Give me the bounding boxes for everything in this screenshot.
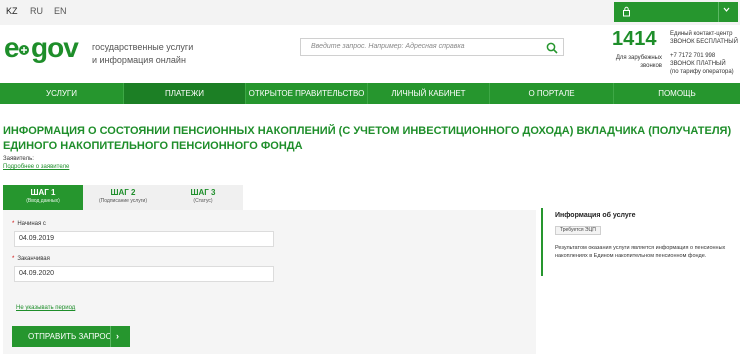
required-mark: * bbox=[12, 256, 15, 262]
end-date-field[interactable]: 04.09.2020 bbox=[14, 266, 274, 282]
end-date-label: * Заканчивая bbox=[12, 256, 50, 262]
tagline: государственные услуги и информация онла… bbox=[92, 41, 193, 67]
contact-desc: Единый контакт-центр ЗВОНОК БЕСПЛАТНЫЙ bbox=[670, 30, 738, 46]
login-button[interactable] bbox=[614, 2, 738, 22]
lang-kz[interactable]: KZ bbox=[6, 6, 18, 16]
abroad-number[interactable]: +7 7172 701 998 bbox=[670, 52, 734, 60]
step-2-sub: (Подписание услуги) bbox=[99, 198, 147, 204]
abroad-line1: Для зарубежных bbox=[615, 55, 662, 61]
svg-text:e: e bbox=[4, 32, 19, 63]
applicant-label: Заявитель: bbox=[3, 156, 34, 162]
nav-item-services[interactable]: УСЛУГИ bbox=[0, 83, 124, 104]
svg-text:gov: gov bbox=[31, 32, 79, 63]
service-info-panel: Информация об услуге Требуется ЭЦП Резул… bbox=[541, 208, 737, 276]
step-2-title: ШАГ 2 bbox=[110, 188, 136, 197]
page-title: ИНФОРМАЦИЯ О СОСТОЯНИИ ПЕНСИОННЫХ НАКОПЛ… bbox=[3, 125, 732, 152]
abroad-label: Для зарубежных звонков bbox=[612, 54, 662, 70]
start-date-label: * Начиная с bbox=[12, 221, 46, 227]
submit-request-button[interactable]: ОТПРАВИТЬ ЗАПРОС › bbox=[12, 326, 130, 347]
nav-item-open-government[interactable]: ОТКРЫТОЕ ПРАВИТЕЛЬСТВО bbox=[246, 83, 368, 104]
step-1-sub: (Ввод данных) bbox=[26, 198, 60, 204]
abroad-desc2: (по тарифу оператора) bbox=[670, 69, 734, 75]
search-input[interactable]: Введите запрос. Например: Адресная справ… bbox=[300, 38, 564, 56]
contact-number[interactable]: 1414 bbox=[612, 28, 657, 51]
end-date-label-text: Заканчивая bbox=[17, 256, 50, 262]
tagline-line1: государственные услуги bbox=[92, 42, 194, 52]
chevron-down-icon[interactable] bbox=[723, 6, 730, 15]
service-info-title: Информация об услуге bbox=[555, 212, 636, 219]
start-date-field[interactable]: 04.09.2019 bbox=[14, 231, 274, 247]
divider bbox=[110, 326, 111, 347]
start-date-label-text: Начиная с bbox=[17, 221, 46, 227]
nav-item-payments[interactable]: ПЛАТЕЖИ bbox=[124, 83, 246, 104]
abroad-desc1: ЗВОНОК ПЛАТНЫЙ bbox=[670, 61, 726, 67]
step-3[interactable]: ШАГ 3 (Статус) bbox=[163, 185, 243, 210]
top-bar: KZ RU EN bbox=[0, 0, 740, 25]
main-nav: УСЛУГИ ПЛАТЕЖИ ОТКРЫТОЕ ПРАВИТЕЛЬСТВО ЛИ… bbox=[0, 83, 740, 104]
contact-desc-line2: ЗВОНОК БЕСПЛАТНЫЙ bbox=[670, 39, 738, 45]
lang-en[interactable]: EN bbox=[54, 6, 67, 16]
abroad-line2: звонков bbox=[640, 63, 662, 69]
service-info-description: Результатом оказания услуги является инф… bbox=[555, 245, 726, 259]
step-3-sub: (Статус) bbox=[193, 198, 213, 204]
nav-item-about[interactable]: О ПОРТАЛЕ bbox=[490, 83, 614, 104]
search-icon[interactable] bbox=[546, 41, 558, 54]
nav-item-personal-cabinet[interactable]: ЛИЧНЫЙ КАБИНЕТ bbox=[368, 83, 490, 104]
step-3-title: ШАГ 3 bbox=[190, 188, 216, 197]
applicant-details-link[interactable]: Подробнее о заявителе bbox=[3, 164, 69, 170]
chevron-right-icon: › bbox=[116, 331, 119, 341]
step-1[interactable]: ШАГ 1 (Ввод данных) bbox=[3, 185, 83, 216]
egov-logo[interactable]: e gov bbox=[4, 32, 90, 64]
submit-label: ОТПРАВИТЬ ЗАПРОС bbox=[28, 332, 112, 341]
lang-ru[interactable]: RU bbox=[30, 6, 43, 16]
step-tabs: ШАГ 1 (Ввод данных) ШАГ 2 (Подписание ус… bbox=[3, 185, 243, 216]
required-mark: * bbox=[12, 221, 15, 227]
nav-item-help[interactable]: ПОМОЩЬ bbox=[614, 83, 740, 104]
step-1-title: ШАГ 1 bbox=[30, 188, 56, 197]
user-icon bbox=[622, 6, 631, 17]
step-2[interactable]: ШАГ 2 (Подписание услуги) bbox=[83, 185, 163, 210]
search-placeholder: Введите запрос. Например: Адресная справ… bbox=[311, 43, 465, 50]
divider bbox=[718, 2, 719, 22]
contact-desc-line1: Единый контакт-центр bbox=[670, 31, 733, 37]
eds-required-badge: Требуется ЭЦП bbox=[555, 226, 601, 235]
tagline-line2: и информация онлайн bbox=[92, 55, 186, 65]
no-period-link[interactable]: Не указывать период bbox=[16, 305, 75, 311]
abroad-contact: +7 7172 701 998 ЗВОНОК ПЛАТНЫЙ (по тариф… bbox=[670, 52, 734, 76]
